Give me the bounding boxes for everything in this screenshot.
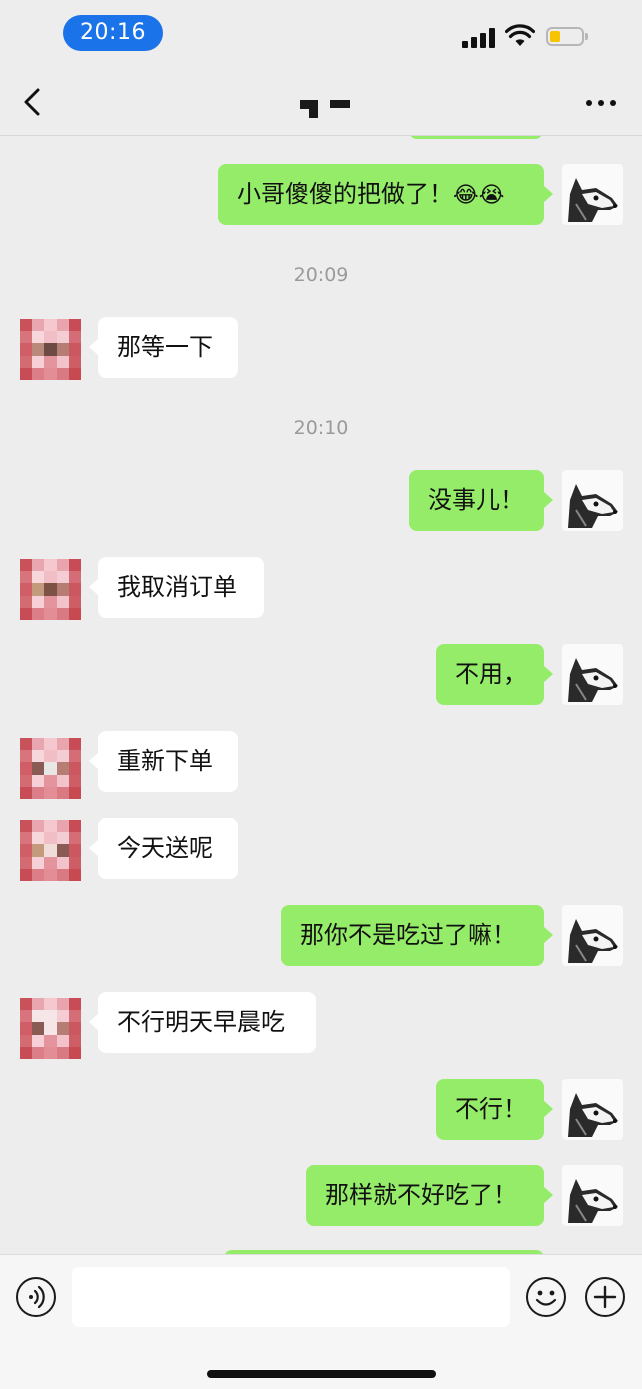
avatar-contact[interactable] (20, 738, 81, 799)
message-bubble-outgoing[interactable]: 那样就不好吃了！ (306, 1165, 553, 1226)
message-bubble-incoming[interactable]: 我取消订单 (89, 557, 264, 618)
avatar-self[interactable] (562, 905, 623, 966)
husky-avatar-icon (568, 1179, 618, 1223)
voice-icon[interactable] (16, 1277, 56, 1317)
husky-avatar-icon (568, 484, 618, 528)
wifi-icon (505, 24, 535, 46)
avatar-contact[interactable] (20, 559, 81, 620)
husky-avatar-icon (568, 178, 618, 222)
smiley-icon[interactable] (526, 1277, 566, 1317)
ellipsis-icon[interactable] (584, 98, 618, 108)
input-bar (0, 1254, 642, 1389)
avatar-contact[interactable] (20, 998, 81, 1059)
message-bubble-incoming[interactable]: 那等一下 (89, 317, 238, 378)
battery-icon (546, 27, 588, 48)
chat-header (0, 68, 642, 136)
avatar-self[interactable] (562, 1079, 623, 1140)
avatar-self[interactable] (562, 1165, 623, 1226)
husky-avatar-icon (568, 919, 618, 963)
timestamp: 20:09 (293, 264, 349, 286)
plus-icon[interactable] (585, 1277, 625, 1317)
status-bar: 20:16 (0, 0, 642, 68)
message-bubble-incoming[interactable]: 不行明天早晨吃 (89, 992, 316, 1053)
chat-title-redacted (298, 98, 352, 122)
avatar-contact[interactable] (20, 319, 81, 380)
home-indicator[interactable] (207, 1370, 436, 1378)
message-bubble-outgoing[interactable]: 那你不是吃过了嘛！ (281, 905, 553, 966)
laughing-crying-emoji: 😂😭 (453, 183, 505, 208)
message-input[interactable] (72, 1267, 510, 1327)
message-bubble-incoming[interactable]: 今天送呢 (89, 818, 238, 879)
message-bubble-outgoing[interactable]: 小哥傻傻的把做了！😂😭 (218, 164, 553, 225)
timestamp: 20:10 (293, 417, 349, 439)
message-bubble-outgoing[interactable]: 没事儿！ (409, 470, 553, 531)
message-list[interactable]: 小哥傻傻的把做了！😂😭 20:09 那等一下 20:10 没事儿！ 我取消订单 … (0, 136, 642, 1254)
message-bubble-outgoing[interactable]: 不用， (436, 644, 553, 705)
chevron-left-icon[interactable] (18, 86, 48, 118)
message-bubble-partial (409, 136, 543, 139)
husky-avatar-icon (568, 658, 618, 702)
signal-icon (462, 28, 496, 48)
message-bubble-outgoing[interactable]: 不行！ (436, 1079, 553, 1140)
avatar-contact[interactable] (20, 820, 81, 881)
status-time: 20:16 (63, 15, 163, 51)
husky-avatar-icon (568, 1093, 618, 1137)
message-bubble-incoming[interactable]: 重新下单 (89, 731, 238, 792)
avatar-self[interactable] (562, 644, 623, 705)
avatar-self[interactable] (562, 470, 623, 531)
avatar-self[interactable] (562, 164, 623, 225)
